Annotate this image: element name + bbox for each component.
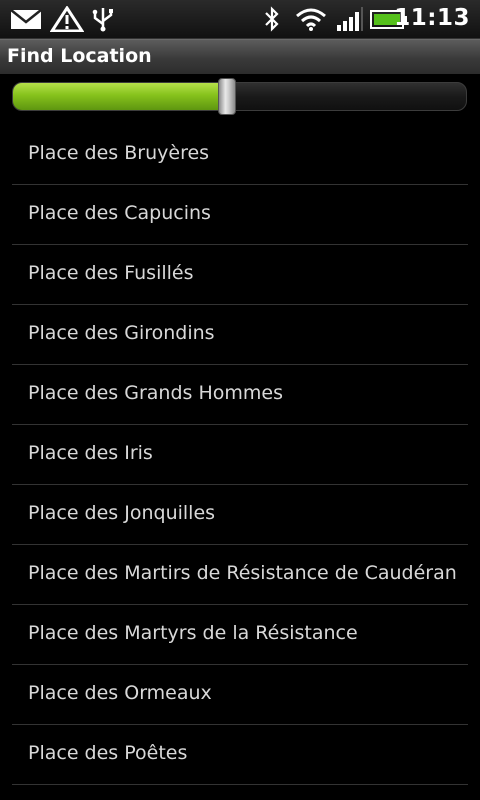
page-title: Find Location [7,45,152,67]
list-item[interactable]: Place des Jonquilles [12,485,468,545]
list-item[interactable]: Place des Girondins [12,305,468,365]
list-item-label: Place des Bruyères [28,142,210,164]
list-item[interactable]: Place des Martyrs de la Résistance [12,605,468,665]
list-item-label: Place des Martyrs de la Résistance [28,622,358,644]
list-item[interactable]: Place des Ormeaux [12,665,468,725]
mail-icon [10,9,42,29]
warning-icon [50,6,84,32]
slider-track[interactable] [12,82,467,111]
list-item-label: Place des Iris [28,442,153,464]
slider-thumb[interactable] [218,78,237,115]
list-item-label: Place des Poêtes [28,742,188,764]
list-item[interactable]: Place des Bruyères [12,125,468,185]
usb-icon [92,8,113,32]
list-item-label: Place des Ormeaux [28,682,212,704]
list-item-label: Place des Fusillés [28,262,194,284]
list-item[interactable]: Place des Capucins [12,185,468,245]
list-item-label: Place des Martirs de Résistance de Caudé… [28,562,457,584]
zoom-slider[interactable] [12,78,467,115]
list-item[interactable]: Place des Iris [12,425,468,485]
list-item-label: Place des Girondins [28,322,215,344]
title-bar: Find Location [0,39,480,74]
list-item-label: Place des Capucins [28,202,211,224]
list-item[interactable]: Place des Grands Hommes [12,365,468,425]
bluetooth-icon [265,6,279,32]
list-item[interactable]: Place des Martirs de Résistance de Caudé… [12,545,468,605]
status-bar: 11:13 [0,0,480,39]
list-item[interactable]: Place des Poêtes [12,725,468,785]
signal-icon [337,7,363,31]
list-item[interactable]: Place des Fusillés [12,245,468,305]
list-item-label: Place des Grands Hommes [28,382,283,404]
slider-fill [13,83,229,110]
wifi-icon [296,8,326,31]
location-list: Place des Bruyères Place des Capucins Pl… [12,125,468,785]
clock: 11:13 [394,5,470,31]
list-item-label: Place des Jonquilles [28,502,216,524]
